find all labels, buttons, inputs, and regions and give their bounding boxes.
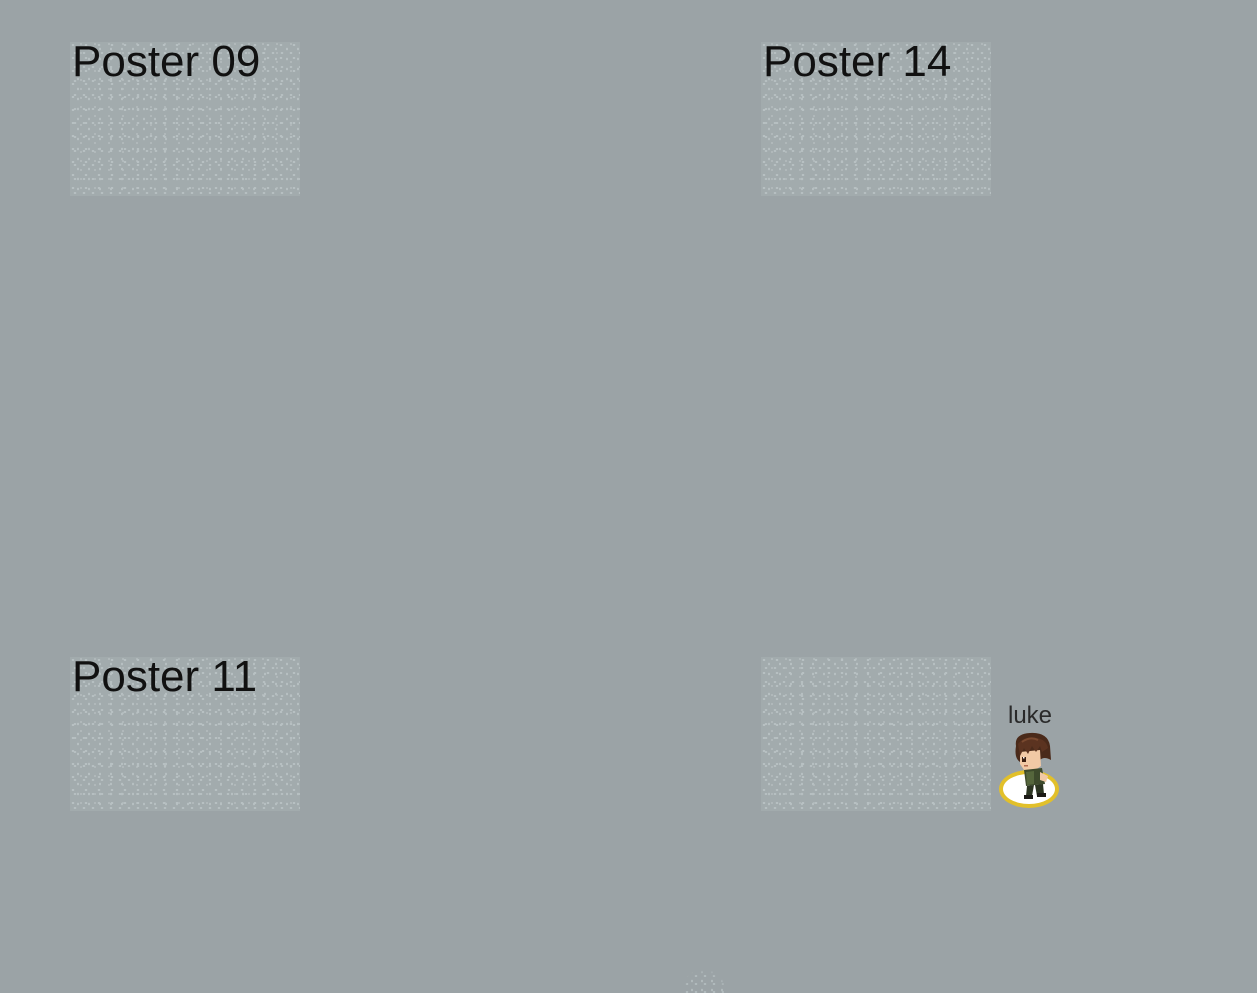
character-sprite-icon [1015, 732, 1051, 799]
poster-11[interactable]: Poster 11 [70, 652, 300, 811]
poster-14[interactable]: Poster 14 [761, 37, 991, 196]
poster-09[interactable]: Poster 09 [70, 37, 300, 196]
player-name-label: luke [1007, 702, 1053, 729]
floor-tile-partial [684, 965, 724, 993]
poster-09-label: Poster 09 [72, 37, 261, 86]
game-world[interactable]: Poster 09 Poster 14 Poster 11 luke [0, 0, 1257, 993]
player-avatar[interactable]: luke [996, 704, 1068, 814]
poster-11-label: Poster 11 [72, 652, 258, 701]
poster-14-label: Poster 14 [763, 37, 952, 86]
poster-unlabeled[interactable] [761, 657, 991, 811]
